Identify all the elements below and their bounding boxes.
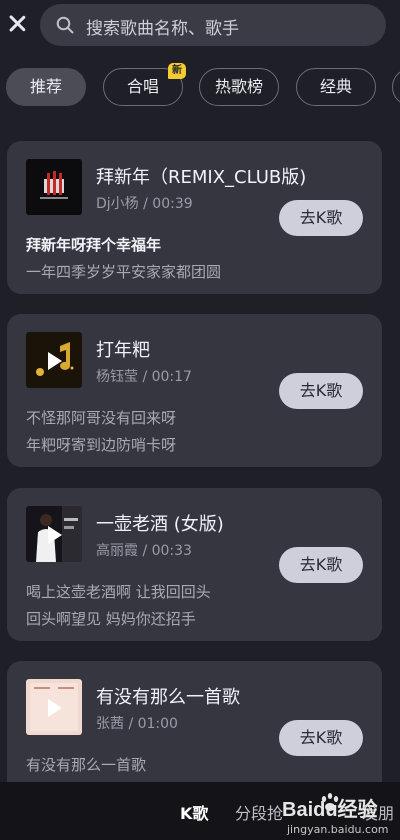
tab-label: 热歌榜 [214,77,263,96]
album-cover [26,159,82,215]
sing-button[interactable]: 去K歌 [279,200,363,236]
song-meta: 杨钰莹 / 00:17 [96,369,192,385]
album-cover [26,332,82,388]
lyric-line: 回头啊望见 妈妈你还招手 [26,610,196,628]
sing-button[interactable]: 去K歌 [279,373,363,409]
album-cover [26,506,82,562]
tab-chorus[interactable]: 合唱 新 [103,63,186,106]
song-card[interactable]: 一壶老酒 (女版) 高丽霞 / 00:33 去K歌 喝上这壶老酒啊 让我回回头 … [7,488,382,641]
lyric-line: 不怪那阿哥没有回来呀 [26,409,177,427]
tab-hot-chart[interactable]: 热歌榜 [199,68,279,106]
top-bar: 搜索歌曲名称、歌手 [0,0,400,60]
nav-segment[interactable]: 分段抢 [235,800,283,824]
song-title: 打年粑 [96,340,150,361]
nav-k-song[interactable]: K歌 [180,800,208,824]
lyric-line: 拜新年呀拜个幸福年 [26,236,162,254]
lyric-line: 年粑呀寄到边防哨卡呀 [26,436,177,454]
sing-button[interactable]: 去K歌 [279,720,363,756]
song-title: 拜新年（REMIX_CLUB版) [96,167,307,188]
search-bar[interactable]: 搜索歌曲名称、歌手 [40,4,386,46]
song-card[interactable]: 拜新年（REMIX_CLUB版) Dj小杨 / 00:39 去K歌 拜新年呀拜个… [7,141,382,294]
song-card[interactable]: 打年粑 杨钰莹 / 00:17 去K歌 不怪那阿哥没有回来呀 年粑呀寄到边防哨卡… [7,314,382,467]
album-cover [26,679,82,735]
tab-label: 合唱 [126,77,159,96]
search-icon [56,16,74,34]
song-title: 一壶老酒 (女版) [96,514,224,535]
tab-recommend[interactable]: 推荐 [6,68,86,106]
watermark-url: jingyan.baidu.com [287,823,389,836]
category-tabs: 推荐 合唱 新 热歌榜 经典 [0,63,400,110]
song-meta: 张茜 / 01:00 [96,716,178,732]
tab-label: 经典 [319,77,352,96]
close-icon[interactable] [6,12,28,34]
song-meta: Dj小杨 / 00:39 [96,196,193,212]
song-meta: 高丽霞 / 00:33 [96,543,192,559]
lyric-line: 一年四季岁岁平安家家都团圆 [26,263,222,281]
song-title: 有没有那么一首歌 [96,687,240,708]
search-placeholder: 搜索歌曲名称、歌手 [86,19,239,39]
tab-label: 推荐 [29,77,62,96]
sing-button[interactable]: 去K歌 [279,547,363,583]
lyric-line: 有没有那么一首歌 [26,756,147,774]
tab-classic[interactable]: 经典 [296,68,376,106]
lyric-line: 喝上这壶老酒啊 让我回回头 [26,583,211,601]
tab-more[interactable] [392,68,400,106]
app-root: 搜索歌曲名称、歌手 推荐 合唱 新 热歌榜 经典 拜新年（REMIX_CLUB版… [0,0,400,840]
new-badge: 新 [168,63,186,79]
